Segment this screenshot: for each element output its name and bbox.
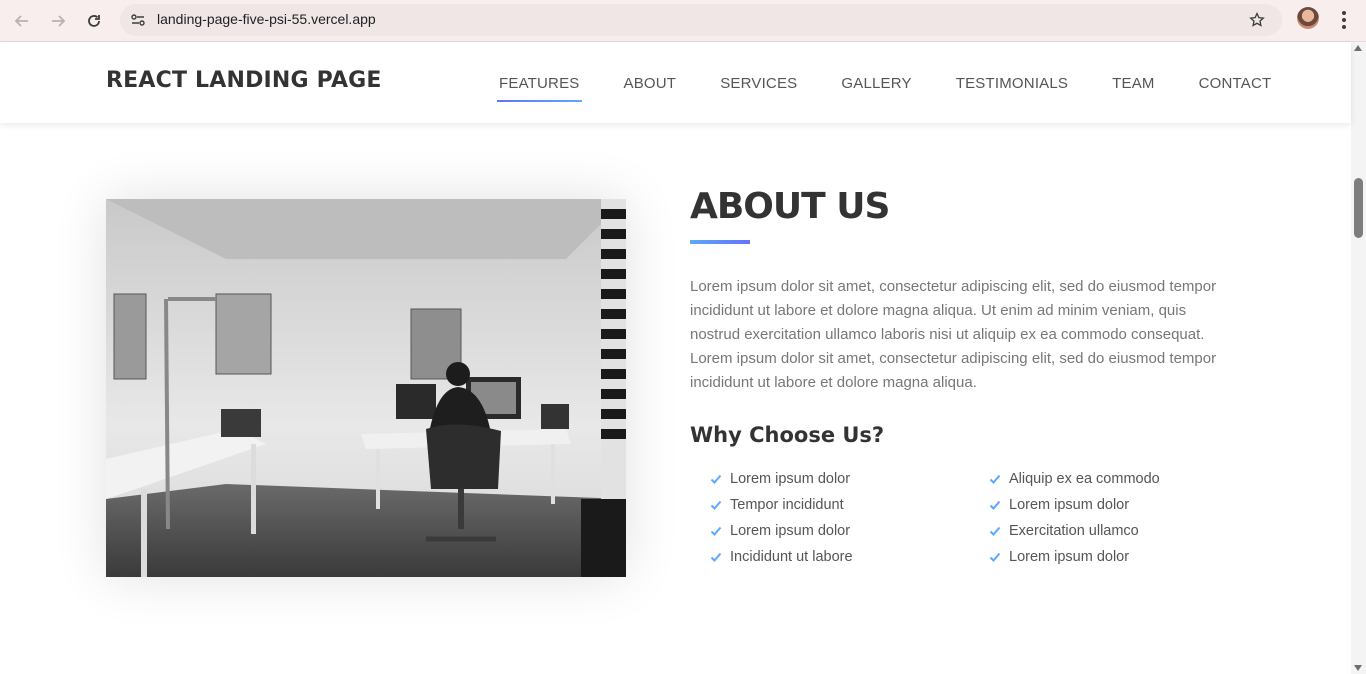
check-icon: [989, 551, 1001, 563]
why-choose-title: Why Choose Us?: [690, 423, 885, 447]
nav-contact[interactable]: CONTACT: [1199, 75, 1272, 92]
check-icon: [710, 525, 722, 537]
list-item: Lorem ipsum dolor: [989, 544, 1160, 570]
check-icon: [989, 525, 1001, 537]
list-item: Incididunt ut labore: [710, 544, 853, 570]
menu-kebab-icon[interactable]: [1334, 7, 1354, 33]
list-item-label: Lorem ipsum dolor: [730, 523, 851, 539]
nav-about[interactable]: ABOUT: [624, 75, 677, 92]
forward-icon[interactable]: [44, 7, 72, 35]
check-icon: [989, 473, 1001, 485]
check-icon: [989, 499, 1001, 511]
nav-services[interactable]: SERVICES: [720, 75, 797, 92]
check-icon: [710, 499, 722, 511]
scroll-down-arrow-icon[interactable]: [1354, 665, 1362, 671]
site-info-icon[interactable]: [128, 10, 148, 30]
list-item: Lorem ipsum dolor: [710, 466, 853, 492]
list-item-label: Tempor incididunt: [730, 497, 844, 513]
about-paragraph: Lorem ipsum dolor sit amet, consectetur …: [690, 278, 1217, 391]
nav-testimonials[interactable]: TESTIMONIALS: [956, 75, 1068, 92]
list-item-label: Incididunt ut labore: [730, 549, 853, 565]
brand-logo-text[interactable]: REACT LANDING PAGE: [106, 68, 382, 93]
why-list-left: Lorem ipsum dolor Tempor incididunt Lore…: [710, 466, 853, 570]
list-item: Lorem ipsum dolor: [989, 492, 1160, 518]
url-text: landing-page-five-psi-55.vercel.app: [157, 11, 376, 27]
list-item: Tempor incididunt: [710, 492, 853, 518]
list-item-label: Aliquip ex ea commodo: [1009, 471, 1160, 487]
about-title: ABOUT US: [690, 186, 890, 227]
list-item-label: Exercitation ullamco: [1009, 523, 1139, 539]
main-menu: FEATURES ABOUT SERVICES GALLERY TESTIMON…: [497, 75, 1272, 102]
page-scrollbar[interactable]: [1351, 42, 1366, 674]
why-list-right: Aliquip ex ea commodo Lorem ipsum dolor …: [989, 466, 1160, 570]
nav-features[interactable]: FEATURES: [497, 75, 581, 102]
about-office-image: [106, 199, 626, 577]
profile-avatar[interactable]: [1297, 7, 1319, 29]
list-item-label: Lorem ipsum dolor: [1009, 549, 1130, 565]
list-item-label: Lorem ipsum dolor: [1009, 497, 1130, 513]
site-navbar: REACT LANDING PAGE FEATURES ABOUT SERVIC…: [0, 42, 1351, 123]
list-item: Exercitation ullamco: [989, 518, 1160, 544]
list-item: Aliquip ex ea commodo: [989, 466, 1160, 492]
star-icon[interactable]: [1246, 9, 1268, 31]
reload-icon[interactable]: [80, 7, 108, 35]
nav-gallery[interactable]: GALLERY: [841, 75, 911, 92]
check-icon: [710, 473, 722, 485]
scroll-thumb[interactable]: [1354, 178, 1363, 238]
scroll-up-arrow-icon[interactable]: [1354, 45, 1362, 51]
title-underline: [690, 240, 750, 244]
address-bar[interactable]: landing-page-five-psi-55.vercel.app: [120, 4, 1282, 36]
check-icon: [710, 551, 722, 563]
back-icon[interactable]: [8, 7, 36, 35]
browser-toolbar: landing-page-five-psi-55.vercel.app: [0, 0, 1366, 42]
nav-team[interactable]: TEAM: [1112, 75, 1154, 92]
list-item: Lorem ipsum dolor: [710, 518, 853, 544]
list-item-label: Lorem ipsum dolor: [730, 471, 851, 487]
